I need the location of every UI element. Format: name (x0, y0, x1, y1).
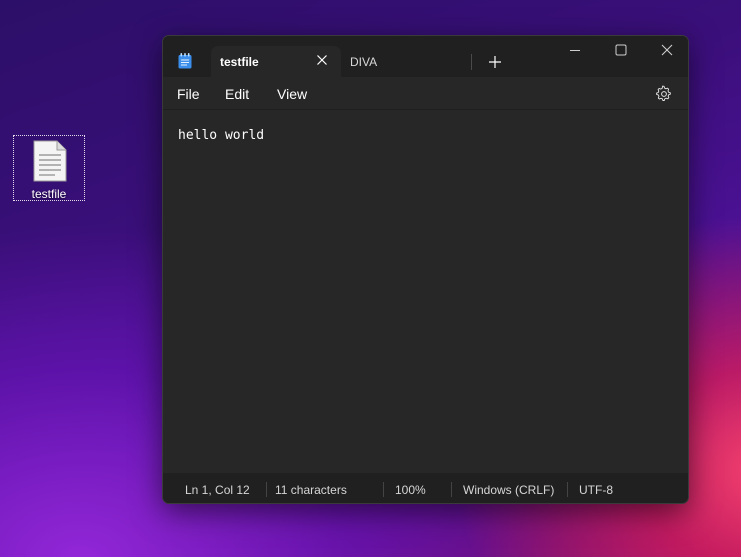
editor-content[interactable]: hello world (178, 128, 264, 143)
status-divider (383, 482, 384, 497)
status-divider (567, 482, 568, 497)
title-bar[interactable]: testfile DIVA (163, 36, 688, 77)
text-document-icon (33, 140, 67, 182)
notepad-icon (178, 53, 192, 69)
menu-edit[interactable]: Edit (225, 86, 249, 102)
menu-file[interactable]: File (177, 86, 200, 102)
tab-label: testfile (220, 55, 259, 69)
tab-testfile[interactable]: testfile (211, 46, 341, 77)
gear-icon[interactable] (655, 85, 673, 103)
close-icon[interactable] (315, 53, 329, 67)
status-divider (451, 482, 452, 497)
desktop-icon-testfile[interactable]: testfile (13, 135, 85, 201)
plus-icon[interactable] (485, 52, 505, 72)
status-character-count: 11 characters (275, 483, 347, 497)
menu-view[interactable]: View (277, 86, 307, 102)
status-zoom[interactable]: 100% (395, 483, 426, 497)
status-bar: Ln 1, Col 12 11 characters 100% Windows … (163, 473, 688, 503)
desktop-icon-label: testfile (31, 187, 67, 201)
status-divider (266, 482, 267, 497)
text-editor[interactable]: hello world (163, 109, 688, 473)
tab-label: DIVA (350, 55, 378, 69)
close-icon[interactable] (644, 36, 689, 66)
minimize-icon[interactable] (552, 36, 598, 66)
desktop: testfile testfile DIVA File Edit View he… (0, 0, 741, 557)
tab-divider (471, 54, 472, 70)
notepad-window: testfile DIVA File Edit View hello world… (162, 35, 689, 504)
menu-bar: File Edit View (163, 77, 688, 109)
status-line-ending[interactable]: Windows (CRLF) (463, 483, 554, 497)
status-cursor-position[interactable]: Ln 1, Col 12 (185, 483, 250, 497)
tab-diva[interactable]: DIVA (341, 46, 471, 77)
status-encoding[interactable]: UTF-8 (579, 483, 613, 497)
maximize-icon[interactable] (598, 36, 644, 66)
